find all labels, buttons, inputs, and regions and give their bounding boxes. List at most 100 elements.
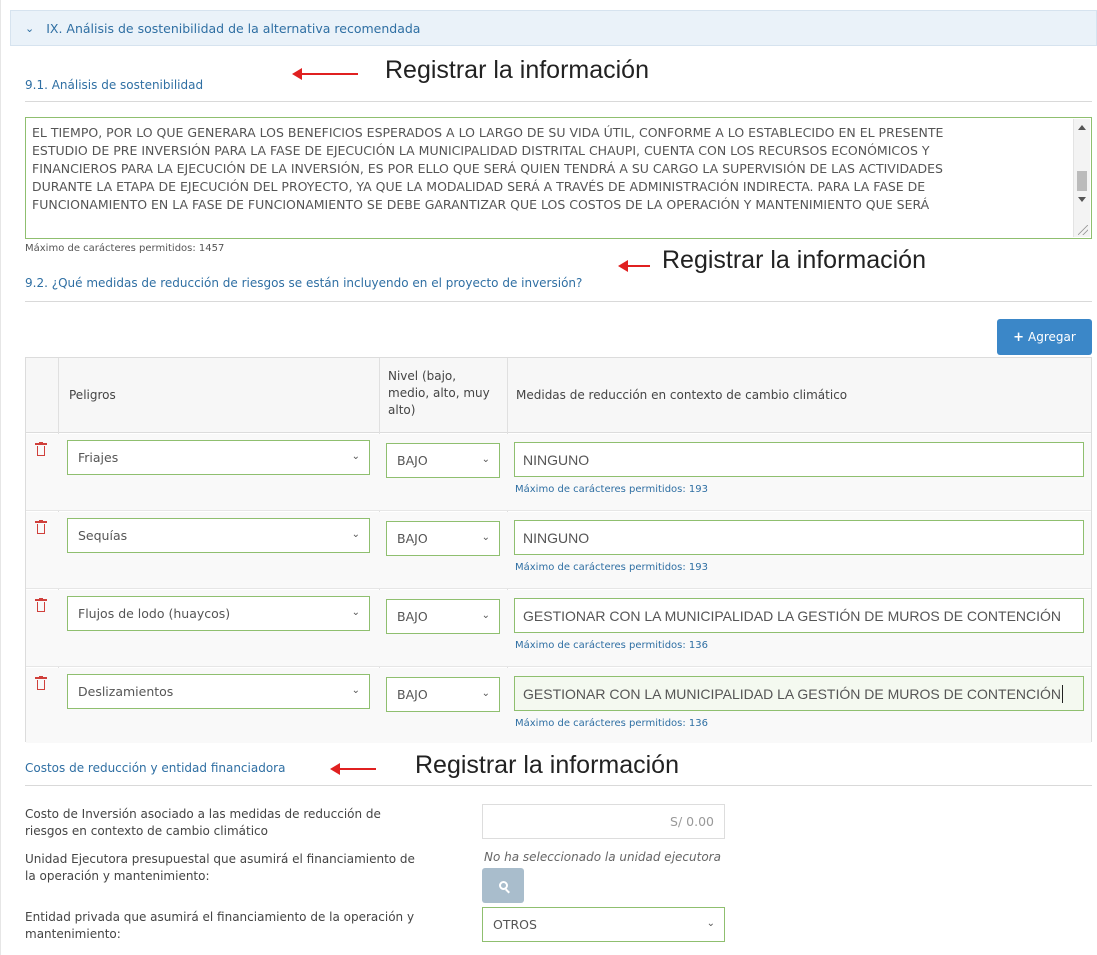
delete-icon[interactable] xyxy=(35,598,47,612)
textarea-line: FINANCIEROS PARA LA EJECUCIÓN DE LA INVE… xyxy=(32,161,943,176)
peligro-value: Sequías xyxy=(78,528,128,543)
section-title: IX. Análisis de sostenibilidad de la alt… xyxy=(46,20,421,36)
nivel-value: BAJO xyxy=(397,453,428,468)
divider xyxy=(25,301,1092,302)
scroll-down-icon[interactable] xyxy=(1078,197,1086,202)
sostenibilidad-max-chars: Máximo de carácteres permitidos: 1457 xyxy=(25,243,225,254)
privada-label: Entidad privada que asumirá el financiam… xyxy=(25,909,414,943)
page-left-border xyxy=(0,0,1,955)
peligro-select[interactable]: Sequías ⌄ xyxy=(67,518,370,553)
costo-value: S/ 0.00 xyxy=(670,814,714,829)
add-risk-button[interactable]: + Agregar xyxy=(997,319,1092,355)
costo-input[interactable]: S/ 0.00 xyxy=(482,804,725,839)
peligro-select[interactable]: Deslizamientos ⌄ xyxy=(67,674,370,709)
resize-grip-icon[interactable] xyxy=(1078,225,1088,235)
medida-max-chars: Máximo de carácteres permitidos: 136 xyxy=(515,640,709,651)
red-arrow-icon xyxy=(618,259,650,273)
textarea-line: EL TIEMPO, POR LO QUE GENERARA LOS BENEF… xyxy=(32,125,944,140)
chevron-down-icon: ⌄ xyxy=(481,688,490,699)
medida-value: NINGUNO xyxy=(523,529,590,546)
medida-input[interactable]: GESTIONAR CON LA MUNICIPALIDAD LA GESTIÓ… xyxy=(514,676,1084,711)
nivel-value: BAJO xyxy=(397,609,428,624)
header-nivel-line: medio, alto, muy xyxy=(388,386,490,400)
divider xyxy=(25,785,1092,786)
nivel-select[interactable]: BAJO ⌄ xyxy=(386,677,500,712)
medida-input[interactable]: NINGUNO xyxy=(514,442,1084,477)
medida-value: GESTIONAR CON LA MUNICIPALIDAD LA GESTIÓ… xyxy=(523,607,1062,624)
text-caret xyxy=(1062,684,1064,703)
scroll-thumb[interactable] xyxy=(1077,171,1087,191)
medida-value: GESTIONAR CON LA MUNICIPALIDAD LA GESTIÓ… xyxy=(523,685,1062,702)
chevron-down-icon: ⌄ xyxy=(481,610,490,621)
chevron-down-icon: ⌄ xyxy=(351,451,360,462)
privada-label-line: Entidad privada que asumirá el financiam… xyxy=(25,910,415,924)
chevron-down-icon: ⌄ xyxy=(351,529,360,540)
table-header: Peligros Nivel (bajo, medio, alto, muy a… xyxy=(26,358,1091,433)
textarea-scrollbar[interactable] xyxy=(1073,119,1090,237)
entidad-privada-select[interactable]: OTROS ⌄ xyxy=(482,907,725,942)
medida-max-chars: Máximo de carácteres permitidos: 136 xyxy=(515,718,709,729)
medida-input[interactable]: GESTIONAR CON LA MUNICIPALIDAD LA GESTIÓ… xyxy=(514,598,1084,633)
red-arrow-icon xyxy=(330,762,376,776)
chevron-down-icon: ⌄ xyxy=(351,607,360,618)
chevron-down-icon: ⌄ xyxy=(481,454,490,465)
medida-max-chars: Máximo de carácteres permitidos: 193 xyxy=(515,562,709,573)
sostenibilidad-subtitle: 9.1. Análisis de sostenibilidad xyxy=(25,78,204,92)
unidad-label-line: Unidad Ejecutora presupuestal que asumir… xyxy=(25,852,415,866)
chevron-down-icon: ⌄ xyxy=(351,685,360,696)
table-row: Flujos de lodo (huaycos) ⌄ BAJO ⌄ GESTIO… xyxy=(26,590,1091,667)
delete-icon[interactable] xyxy=(35,442,47,456)
sostenibilidad-textarea[interactable]: EL TIEMPO, POR LO QUE GENERARA LOS BENEF… xyxy=(25,117,1092,239)
nivel-select[interactable]: BAJO ⌄ xyxy=(386,599,500,634)
divider xyxy=(25,101,1092,102)
nivel-value: BAJO xyxy=(397,531,428,546)
textarea-line: FUNCIONAMIENTO EN LA FASE DE FUNCIONAMIE… xyxy=(32,197,930,212)
search-icon xyxy=(498,881,508,890)
header-nivel: Nivel (bajo, medio, alto, muy alto) xyxy=(388,368,490,419)
textarea-line: ESTUDIO DE PRE INVERSIÓN PARA LA FASE DE… xyxy=(32,143,930,158)
nivel-select[interactable]: BAJO ⌄ xyxy=(386,443,500,478)
peligro-select[interactable]: Flujos de lodo (huaycos) ⌄ xyxy=(67,596,370,631)
search-unidad-button[interactable] xyxy=(482,868,524,903)
chevron-down-icon: ⌄ xyxy=(25,21,35,35)
peligro-value: Deslizamientos xyxy=(78,684,174,699)
nivel-value: BAJO xyxy=(397,687,428,702)
delete-icon[interactable] xyxy=(35,520,47,534)
table-row: Sequías ⌄ BAJO ⌄ NINGUNO Máximo de carác… xyxy=(26,512,1091,589)
medida-value: NINGUNO xyxy=(523,451,590,468)
chevron-down-icon: ⌄ xyxy=(481,532,490,543)
medida-max-chars: Máximo de carácteres permitidos: 193 xyxy=(515,484,709,495)
costos-subtitle: Costos de reducción y entidad financiado… xyxy=(25,761,286,775)
nivel-select[interactable]: BAJO ⌄ xyxy=(386,521,500,556)
costo-label-line: riesgos en contexto de cambio climático xyxy=(25,824,268,838)
header-nivel-line: alto) xyxy=(388,403,416,417)
table-row: Friajes ⌄ BAJO ⌄ NINGUNO Máximo de carác… xyxy=(26,434,1091,511)
plus-icon: + xyxy=(1013,329,1025,345)
section-header[interactable]: ⌄ IX. Análisis de sostenibilidad de la a… xyxy=(10,10,1097,46)
costo-label: Costo de Inversión asociado a las medida… xyxy=(25,806,381,840)
delete-icon[interactable] xyxy=(35,676,47,690)
unidad-value: No ha seleccionado la unidad ejecutora xyxy=(484,850,721,864)
peligro-value: Flujos de lodo (huaycos) xyxy=(78,606,231,621)
peligro-select[interactable]: Friajes ⌄ xyxy=(67,440,370,475)
annotation-register-3: Registrar la información xyxy=(415,751,679,779)
add-button-label: Agregar xyxy=(1028,330,1076,344)
header-peligros: Peligros xyxy=(69,388,116,402)
costo-label-line: Costo de Inversión asociado a las medida… xyxy=(25,807,381,821)
scroll-up-icon[interactable] xyxy=(1078,125,1086,130)
textarea-line: DURANTE LA ETAPA DE EJECUCIÓN DEL PROYEC… xyxy=(32,179,926,194)
table-row: Deslizamientos ⌄ BAJO ⌄ GESTIONAR CON LA… xyxy=(26,668,1091,743)
annotation-register-1: Registrar la información xyxy=(385,56,649,84)
risk-table: Peligros Nivel (bajo, medio, alto, muy a… xyxy=(25,357,1092,743)
red-arrow-icon xyxy=(292,67,358,81)
unidad-label-line: la operación y mantenimiento: xyxy=(25,869,210,883)
privada-label-line: mantenimiento: xyxy=(25,927,121,941)
riesgos-subtitle: 9.2. ¿Qué medidas de reducción de riesgo… xyxy=(25,276,583,290)
header-medidas: Medidas de reducción en contexto de camb… xyxy=(516,388,848,402)
entidad-privada-value: OTROS xyxy=(493,917,537,932)
annotation-register-2: Registrar la información xyxy=(662,246,926,274)
medida-input[interactable]: NINGUNO xyxy=(514,520,1084,555)
unidad-label: Unidad Ejecutora presupuestal que asumir… xyxy=(25,851,415,885)
chevron-down-icon: ⌄ xyxy=(706,918,715,929)
header-nivel-line: Nivel (bajo, xyxy=(388,369,457,383)
